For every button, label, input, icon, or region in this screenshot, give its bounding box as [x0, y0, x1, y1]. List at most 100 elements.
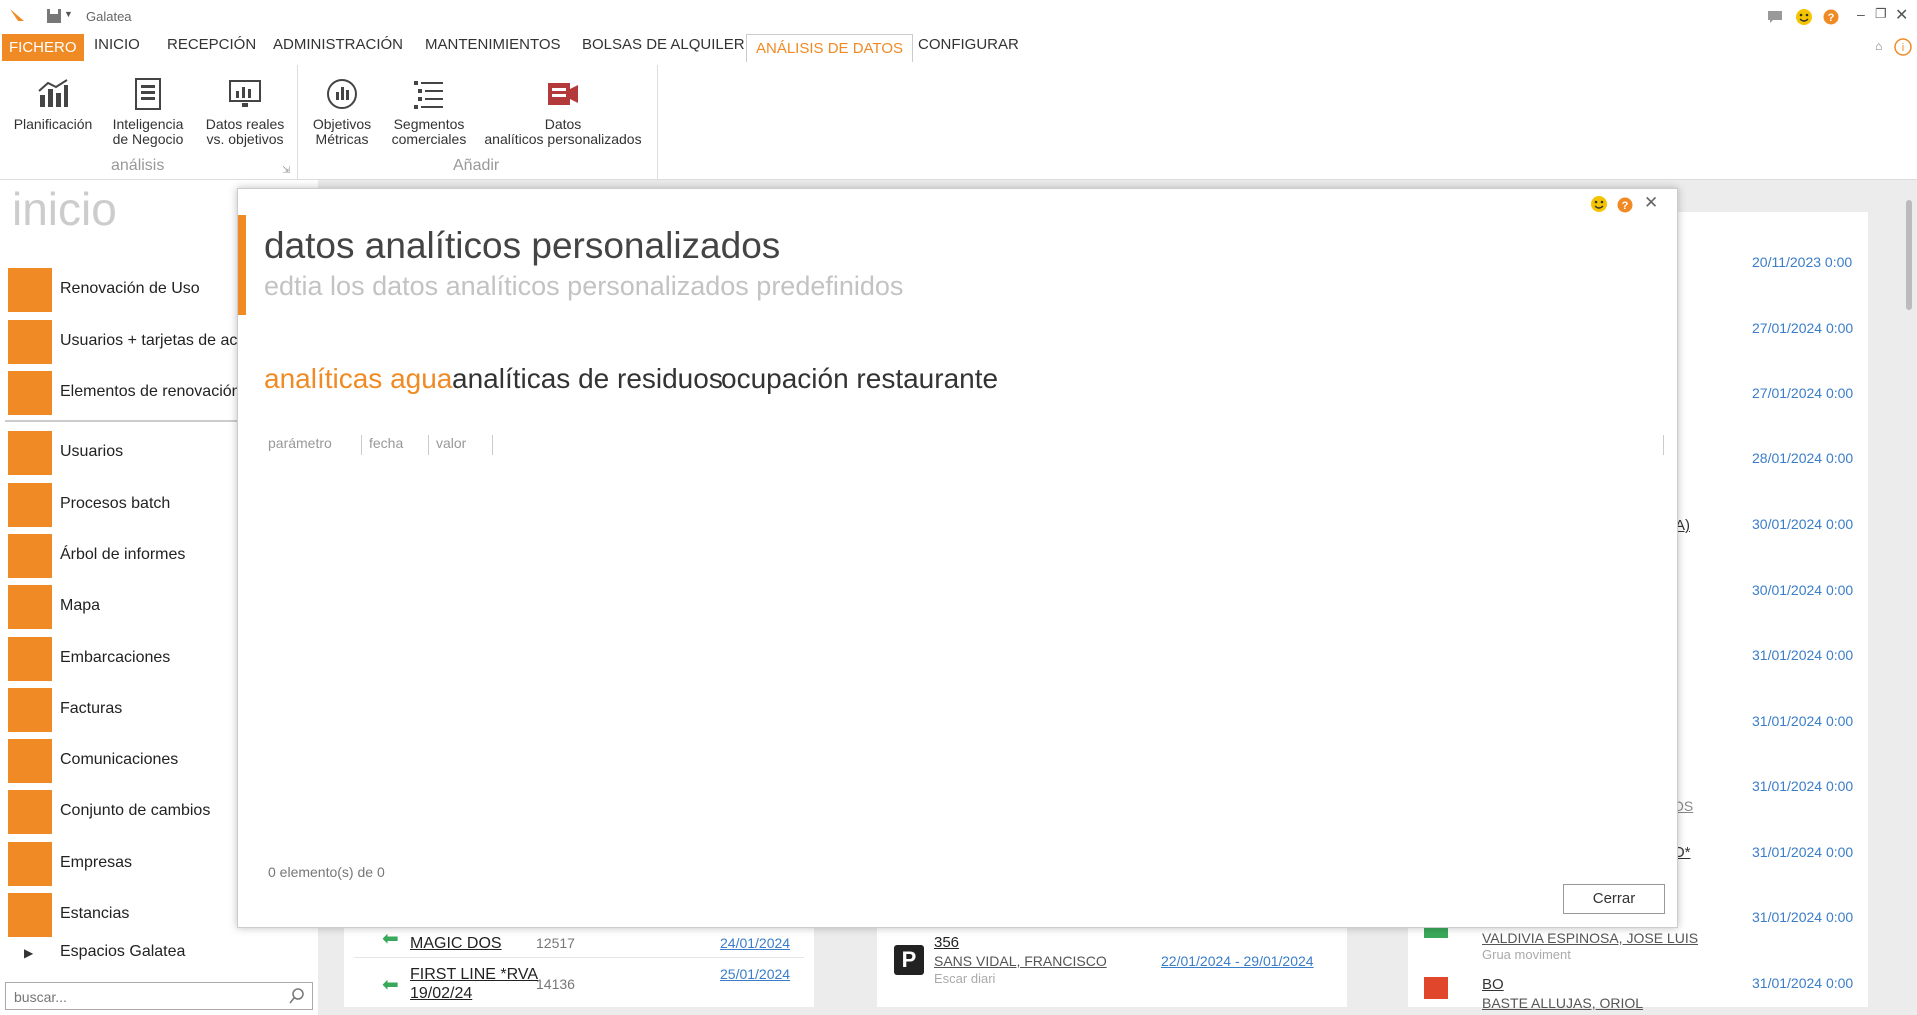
agenda-date[interactable]: 31/01/2024 0:00 — [1752, 713, 1853, 729]
agenda-date[interactable]: 27/01/2024 0:00 — [1752, 320, 1853, 336]
menu-configurar[interactable]: CONFIGURAR — [918, 36, 1019, 53]
agenda-date[interactable]: 20/11/2023 0:00 — [1752, 254, 1852, 270]
parking-date-range[interactable]: 22/01/2024 - 29/01/2024 — [1161, 953, 1314, 969]
boat-number: 12517 — [536, 935, 575, 951]
document-icon — [8, 371, 52, 415]
arrow-left-icon: ⬅ — [382, 974, 399, 996]
home-item-label: Usuarios — [60, 443, 124, 460]
close-window-button[interactable]: ✕ — [1895, 5, 1908, 25]
page-title: inicio — [12, 183, 117, 235]
column-separator — [1663, 435, 1664, 455]
report-icon — [135, 78, 161, 110]
group-expand-icon[interactable]: ⇲ — [282, 165, 290, 176]
menu-inicio[interactable]: INICIO — [94, 36, 140, 53]
calendar-icon — [8, 893, 52, 937]
menu-analisis-datos[interactable]: ANÁLISIS DE DATOS — [746, 34, 913, 62]
segmentos-label-2: comerciales — [391, 131, 467, 147]
minimize-button[interactable]: – — [1857, 6, 1865, 22]
tab-ocupacion-restaurante[interactable]: ocupación restaurante — [721, 363, 998, 395]
column-header-fecha[interactable]: fecha — [369, 435, 403, 451]
restore-button[interactable]: ❐ — [1875, 6, 1887, 22]
agenda-date[interactable]: 31/01/2024 0:00 — [1752, 647, 1853, 663]
espacios-galatea-item[interactable]: Espacios Galatea — [60, 943, 185, 961]
smiley-icon[interactable] — [1590, 195, 1608, 213]
column-separator[interactable] — [492, 435, 493, 455]
agenda-date[interactable]: 30/01/2024 0:00 — [1752, 516, 1853, 532]
agenda-date[interactable]: 31/01/2024 0:00 — [1752, 909, 1853, 925]
scrollbar-thumb[interactable] — [1906, 200, 1912, 310]
menu-mantenimientos[interactable]: MANTENIMIENTOS — [425, 36, 561, 53]
info-icon[interactable]: i — [1894, 38, 1912, 56]
monitor-chart-icon — [229, 80, 261, 107]
boat-name-line2[interactable]: 19/02/24 — [410, 985, 472, 1003]
menu-administracion[interactable]: ADMINISTRACIÓN — [273, 36, 403, 53]
agenda-date[interactable]: 30/01/2024 0:00 — [1752, 582, 1853, 598]
home-item-label: Estancias — [60, 905, 130, 922]
agenda-date[interactable]: 31/01/2024 0:00 — [1752, 844, 1853, 860]
search-box[interactable] — [5, 982, 313, 1010]
person-name[interactable]: BASTE ALLUJAS, ORIOL — [1482, 995, 1643, 1011]
parking-number[interactable]: 356 — [934, 934, 959, 951]
search-input[interactable] — [12, 985, 276, 1009]
svg-text:?: ? — [1828, 12, 1835, 24]
gift-icon — [1424, 977, 1448, 999]
objetivos-label-1: Objetivos — [312, 116, 372, 132]
boat-date[interactable]: 25/01/2024 — [720, 966, 790, 982]
help-icon[interactable]: ? — [1823, 9, 1839, 25]
save-icon[interactable] — [46, 8, 62, 24]
app-logo-icon — [10, 9, 24, 21]
parking-icon: P — [894, 945, 924, 975]
column-separator[interactable] — [361, 435, 362, 455]
help-icon[interactable]: ? — [1617, 197, 1633, 213]
tab-analiticas-agua[interactable]: analíticas agua — [264, 363, 452, 395]
ribbon-separator — [657, 65, 658, 179]
boat-name[interactable]: FIRST LINE *RVA — [410, 966, 538, 984]
datos-reales-button[interactable]: Datos reales vs. objetivos — [197, 77, 293, 147]
planificacion-label: Planificación — [13, 116, 93, 132]
agenda-date[interactable]: 28/01/2024 0:00 — [1752, 450, 1853, 466]
ribbon: Planificación Inteligencia de Negocio Da… — [0, 65, 1917, 180]
renewal-icon — [8, 268, 52, 312]
objetivos-metricas-button[interactable]: Objetivos Métricas — [306, 77, 378, 147]
datos-analiticos-label-2: analíticos personalizados — [484, 131, 642, 147]
chat-icon[interactable] — [1768, 11, 1782, 23]
person-code[interactable]: BO — [1482, 976, 1504, 993]
search-icon[interactable] — [289, 988, 305, 1004]
person-note: Grua moviment — [1482, 947, 1571, 962]
column-separator[interactable] — [428, 435, 429, 455]
datos-analiticos-button[interactable]: Datos analíticos personalizados — [478, 77, 648, 147]
home-item-label: Procesos batch — [60, 495, 171, 512]
person-name[interactable]: VALDIVIA ESPINOSA, JOSE LUIS — [1482, 930, 1698, 946]
building-icon — [8, 842, 52, 886]
user-icon — [8, 431, 52, 475]
column-header-valor[interactable]: valor — [436, 435, 466, 451]
menu-fichero[interactable]: FICHERO — [2, 34, 84, 61]
agenda-date[interactable]: 31/01/2024 0:00 — [1752, 975, 1853, 991]
collapse-ribbon-icon[interactable]: ⌂ — [1875, 39, 1882, 53]
target-chart-icon — [327, 79, 357, 109]
agenda-date[interactable]: 31/01/2024 0:00 — [1752, 778, 1853, 794]
dialog-accent-bar — [238, 215, 246, 315]
agenda-date[interactable]: 27/01/2024 0:00 — [1752, 385, 1853, 401]
home-item-label: Comunicaciones — [60, 751, 179, 768]
batch-icon — [8, 483, 52, 527]
menu-bolsas-alquiler[interactable]: BOLSAS DE ALQUILER — [582, 36, 745, 53]
parking-owner[interactable]: SANS VIDAL, FRANCISCO — [934, 953, 1107, 969]
boat-date[interactable]: 24/01/2024 — [720, 935, 790, 951]
column-header-parametro[interactable]: parámetro — [268, 435, 332, 451]
tab-analiticas-residuos[interactable]: analíticas de residuos — [452, 363, 723, 395]
home-item-label: Empresas — [60, 854, 133, 871]
quick-access-dropdown-icon[interactable]: ▼ — [64, 9, 73, 19]
inteligencia-label-1: Inteligencia — [112, 116, 184, 132]
menu-recepcion[interactable]: RECEPCIÓN — [167, 36, 256, 53]
planificacion-button[interactable]: Planificación — [8, 77, 98, 132]
smiley-icon[interactable] — [1795, 8, 1813, 26]
list-icon — [414, 81, 443, 109]
expand-icon[interactable]: ▶ — [24, 946, 33, 960]
inteligencia-negocio-button[interactable]: Inteligencia de Negocio — [103, 77, 193, 147]
close-button[interactable]: Cerrar — [1563, 884, 1665, 914]
segmentos-comerciales-button[interactable]: Segmentos comerciales — [385, 77, 473, 147]
boat-name[interactable]: MAGIC DOS — [410, 935, 502, 953]
parking-note: Escar diari — [934, 971, 996, 986]
close-dialog-icon[interactable]: ✕ — [1644, 193, 1658, 213]
